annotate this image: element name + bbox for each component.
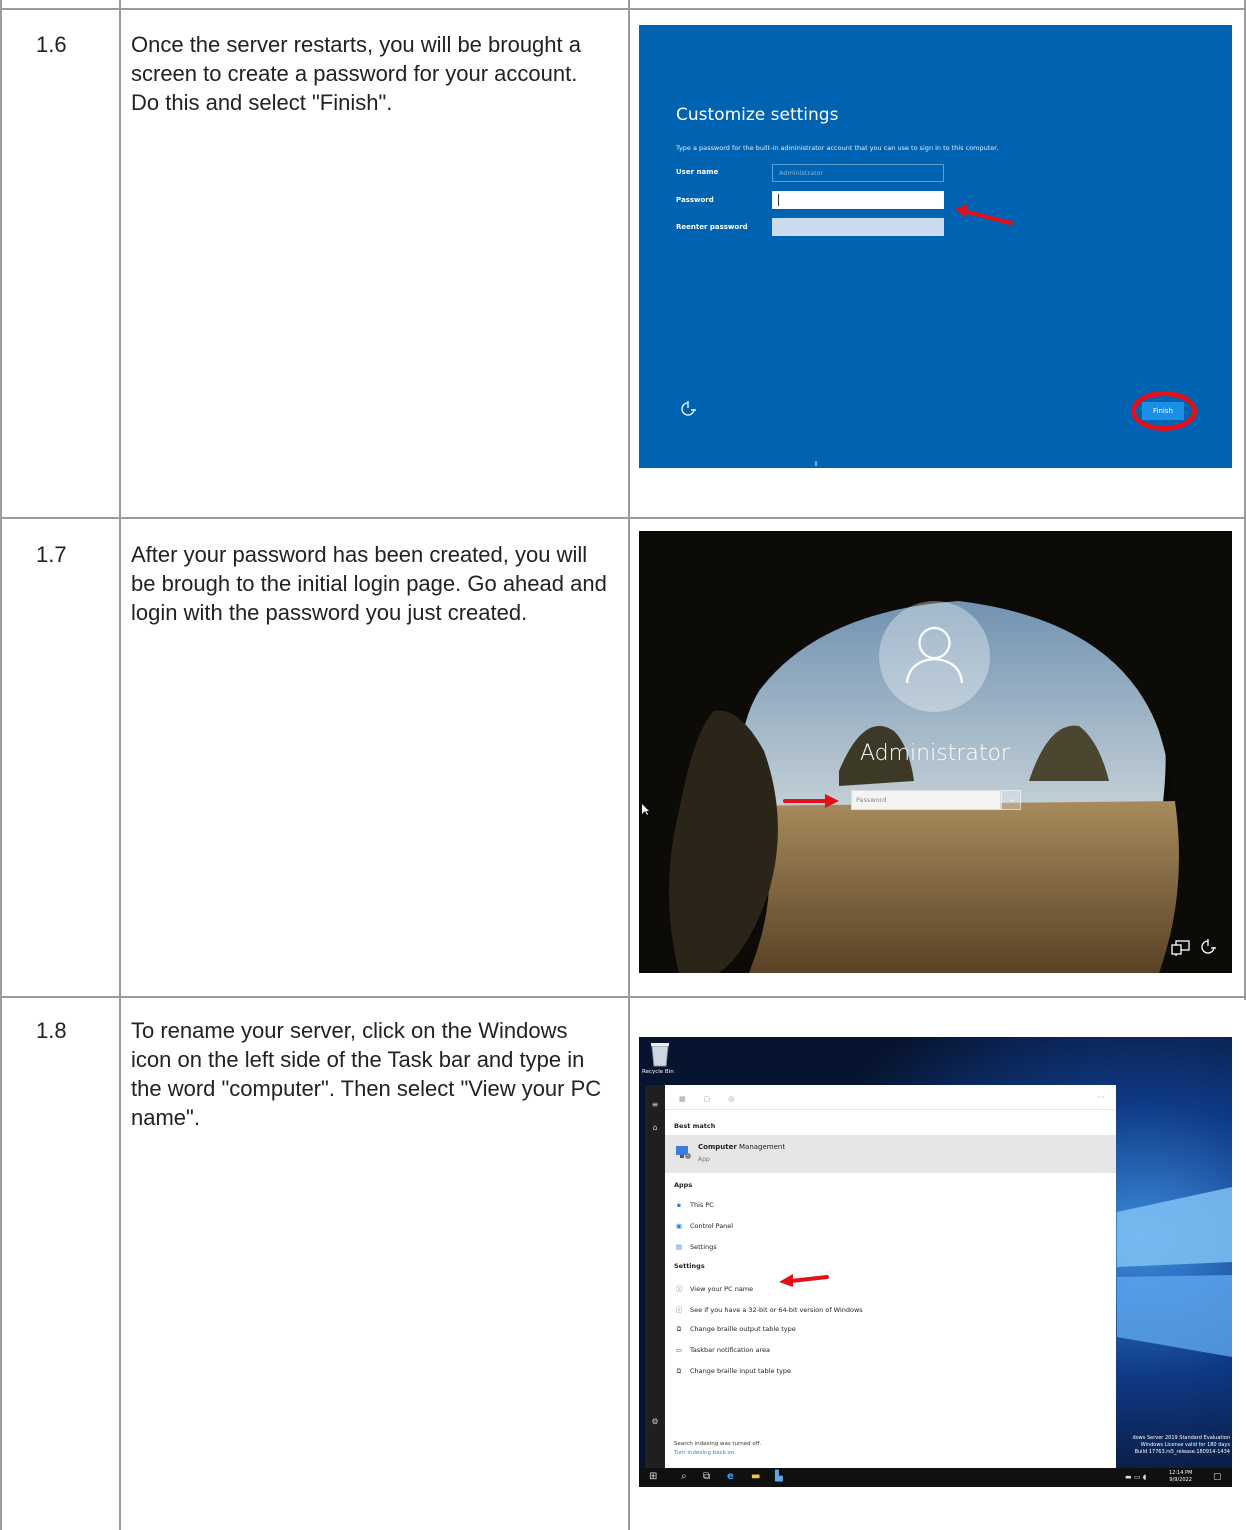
- setting-braille-input[interactable]: ⧉ Change braille input table type: [674, 1367, 791, 1376]
- app-result-settings[interactable]: ▤ Settings: [674, 1243, 717, 1251]
- windows-start-icon[interactable]: ⊞: [649, 1471, 657, 1483]
- best-match-result[interactable]: Computer Management App: [665, 1135, 1116, 1173]
- user-name-label: User name: [676, 168, 719, 176]
- step-instructions: Once the server restarts, you will be br…: [131, 32, 581, 115]
- indexing-status: Search indexing was turned off.: [674, 1441, 762, 1447]
- login-user-name: Administrator: [860, 741, 1010, 766]
- file-explorer-icon[interactable]: ▬: [751, 1471, 760, 1483]
- table-border-left: [0, 0, 2, 1530]
- start-search-screenshot: Recycle Bin ≡ ⌂ ⚙ ▦ ▢ ◎ ··· Best match Com…: [639, 1037, 1232, 1487]
- settings-icon: ▤: [675, 1243, 683, 1251]
- cursor-mark: [815, 461, 817, 466]
- more-options-icon[interactable]: ···: [1097, 1093, 1105, 1102]
- recycle-bin-icon[interactable]: [649, 1041, 671, 1067]
- braille-icon: ⧉: [676, 1325, 682, 1333]
- customize-settings-description: Type a password for the built-in adminis…: [676, 144, 999, 152]
- red-arrow-icon: [955, 204, 1013, 225]
- table-border-top: [0, 8, 1246, 10]
- password-field[interactable]: [772, 191, 944, 209]
- table-border-col1: [119, 0, 121, 1530]
- network-icon[interactable]: [1171, 939, 1191, 957]
- hamburger-menu-icon[interactable]: ≡: [650, 1100, 660, 1110]
- step-number: 1.8: [36, 1018, 67, 1043]
- taskbar-clock[interactable]: 12:14 PM 9/9/2022: [1169, 1470, 1192, 1484]
- notifications-icon[interactable]: ▢: [1213, 1471, 1222, 1483]
- reenter-password-label: Reenter password: [676, 223, 748, 231]
- recycle-bin-label: Recycle Bin: [642, 1069, 674, 1075]
- control-panel-icon: ▣: [675, 1222, 683, 1230]
- ease-of-access-icon[interactable]: [1199, 938, 1217, 956]
- system-tray-icons[interactable]: ▬ ▭ ◖: [1125, 1471, 1146, 1483]
- best-match-heading: Best match: [674, 1122, 716, 1130]
- setting-view-pc-name[interactable]: ⓘ View your PC name: [674, 1283, 753, 1293]
- apps-heading: Apps: [674, 1181, 693, 1189]
- table-row-divider: [0, 517, 1246, 519]
- text-caret: [778, 194, 779, 206]
- reenter-password-field[interactable]: [772, 218, 944, 236]
- step-instructions: After your password has been created, yo…: [131, 542, 607, 625]
- user-avatar-icon: [879, 601, 990, 712]
- task-view-icon[interactable]: ⧉: [703, 1471, 710, 1483]
- app-result-this-pc[interactable]: ▪ This PC: [674, 1201, 714, 1209]
- settings-heading: Settings: [674, 1262, 705, 1270]
- app-result-control-panel[interactable]: ▣ Control Panel: [674, 1222, 733, 1230]
- login-password-input[interactable]: Password: [851, 790, 1001, 810]
- start-search-panel: ≡ ⌂ ⚙ ▦ ▢ ◎ ··· Best match Computer Manage…: [645, 1085, 1116, 1487]
- red-arrow-icon: [779, 1274, 829, 1287]
- divider: [665, 1109, 1116, 1110]
- documents-icon[interactable]: ▢: [704, 1095, 711, 1103]
- info-icon: ⓘ: [675, 1285, 683, 1293]
- login-submit-button[interactable]: →: [1001, 790, 1021, 810]
- table-border-col2: [628, 0, 630, 1530]
- customize-settings-screenshot: Customize settings Type a password for t…: [639, 25, 1232, 468]
- start-menu-rail: ≡ ⌂ ⚙: [645, 1085, 665, 1469]
- search-filter-tabs: ▦ ▢ ◎: [679, 1095, 752, 1103]
- password-label: Password: [676, 196, 714, 204]
- taskbar-icon: ▭: [675, 1346, 683, 1354]
- table-row-divider: [0, 996, 1246, 998]
- ease-of-access-icon[interactable]: [679, 400, 697, 418]
- server-manager-icon[interactable]: ▙: [775, 1471, 783, 1483]
- windows-evaluation-watermark: dows Server 2019 Standard Evaluation Win…: [1132, 1435, 1230, 1455]
- setting-taskbar-notification[interactable]: ▭ Taskbar notification area: [674, 1346, 770, 1354]
- mouse-cursor-icon: [642, 804, 649, 815]
- step-instructions: To rename your server, click on the Wind…: [131, 1018, 602, 1130]
- login-screenshot: Administrator Password →: [639, 531, 1232, 973]
- step-number: 1.6: [36, 32, 67, 57]
- search-icon[interactable]: ⌕: [681, 1471, 687, 1483]
- best-match-type: App: [698, 1156, 710, 1163]
- gear-icon[interactable]: ⚙: [650, 1417, 660, 1427]
- braille-icon: ⧉: [676, 1367, 682, 1375]
- info-icon: ⓘ: [675, 1306, 683, 1314]
- home-icon[interactable]: ⌂: [650, 1123, 660, 1133]
- web-icon[interactable]: ◎: [728, 1095, 734, 1103]
- step-number: 1.7: [36, 542, 67, 567]
- red-arrow-icon: [783, 794, 839, 808]
- setting-32-64-bit[interactable]: ⓘ See if you have a 32-bit or 64-bit vers…: [674, 1304, 863, 1314]
- all-results-icon[interactable]: ▦: [679, 1095, 686, 1103]
- red-highlight-circle: [1131, 391, 1197, 431]
- instruction-table: 1.6 Once the server restarts, you will b…: [0, 0, 1246, 1530]
- setting-braille-output[interactable]: ⧉ Change braille output table type: [674, 1325, 796, 1334]
- this-pc-icon: ▪: [676, 1201, 682, 1209]
- customize-settings-heading: Customize settings: [676, 105, 839, 125]
- user-name-field: Administrator: [772, 164, 944, 182]
- taskbar: ⊞ ⌕ ⧉ e ▬ ▙ ▬ ▭ ◖ 12:14 PM 9/9/2022 ▢: [639, 1468, 1232, 1487]
- computer-management-icon: [676, 1146, 691, 1159]
- best-match-title: Computer Management: [698, 1143, 786, 1151]
- internet-explorer-icon[interactable]: e: [727, 1471, 734, 1483]
- indexing-link[interactable]: Turn indexing back on.: [674, 1450, 736, 1456]
